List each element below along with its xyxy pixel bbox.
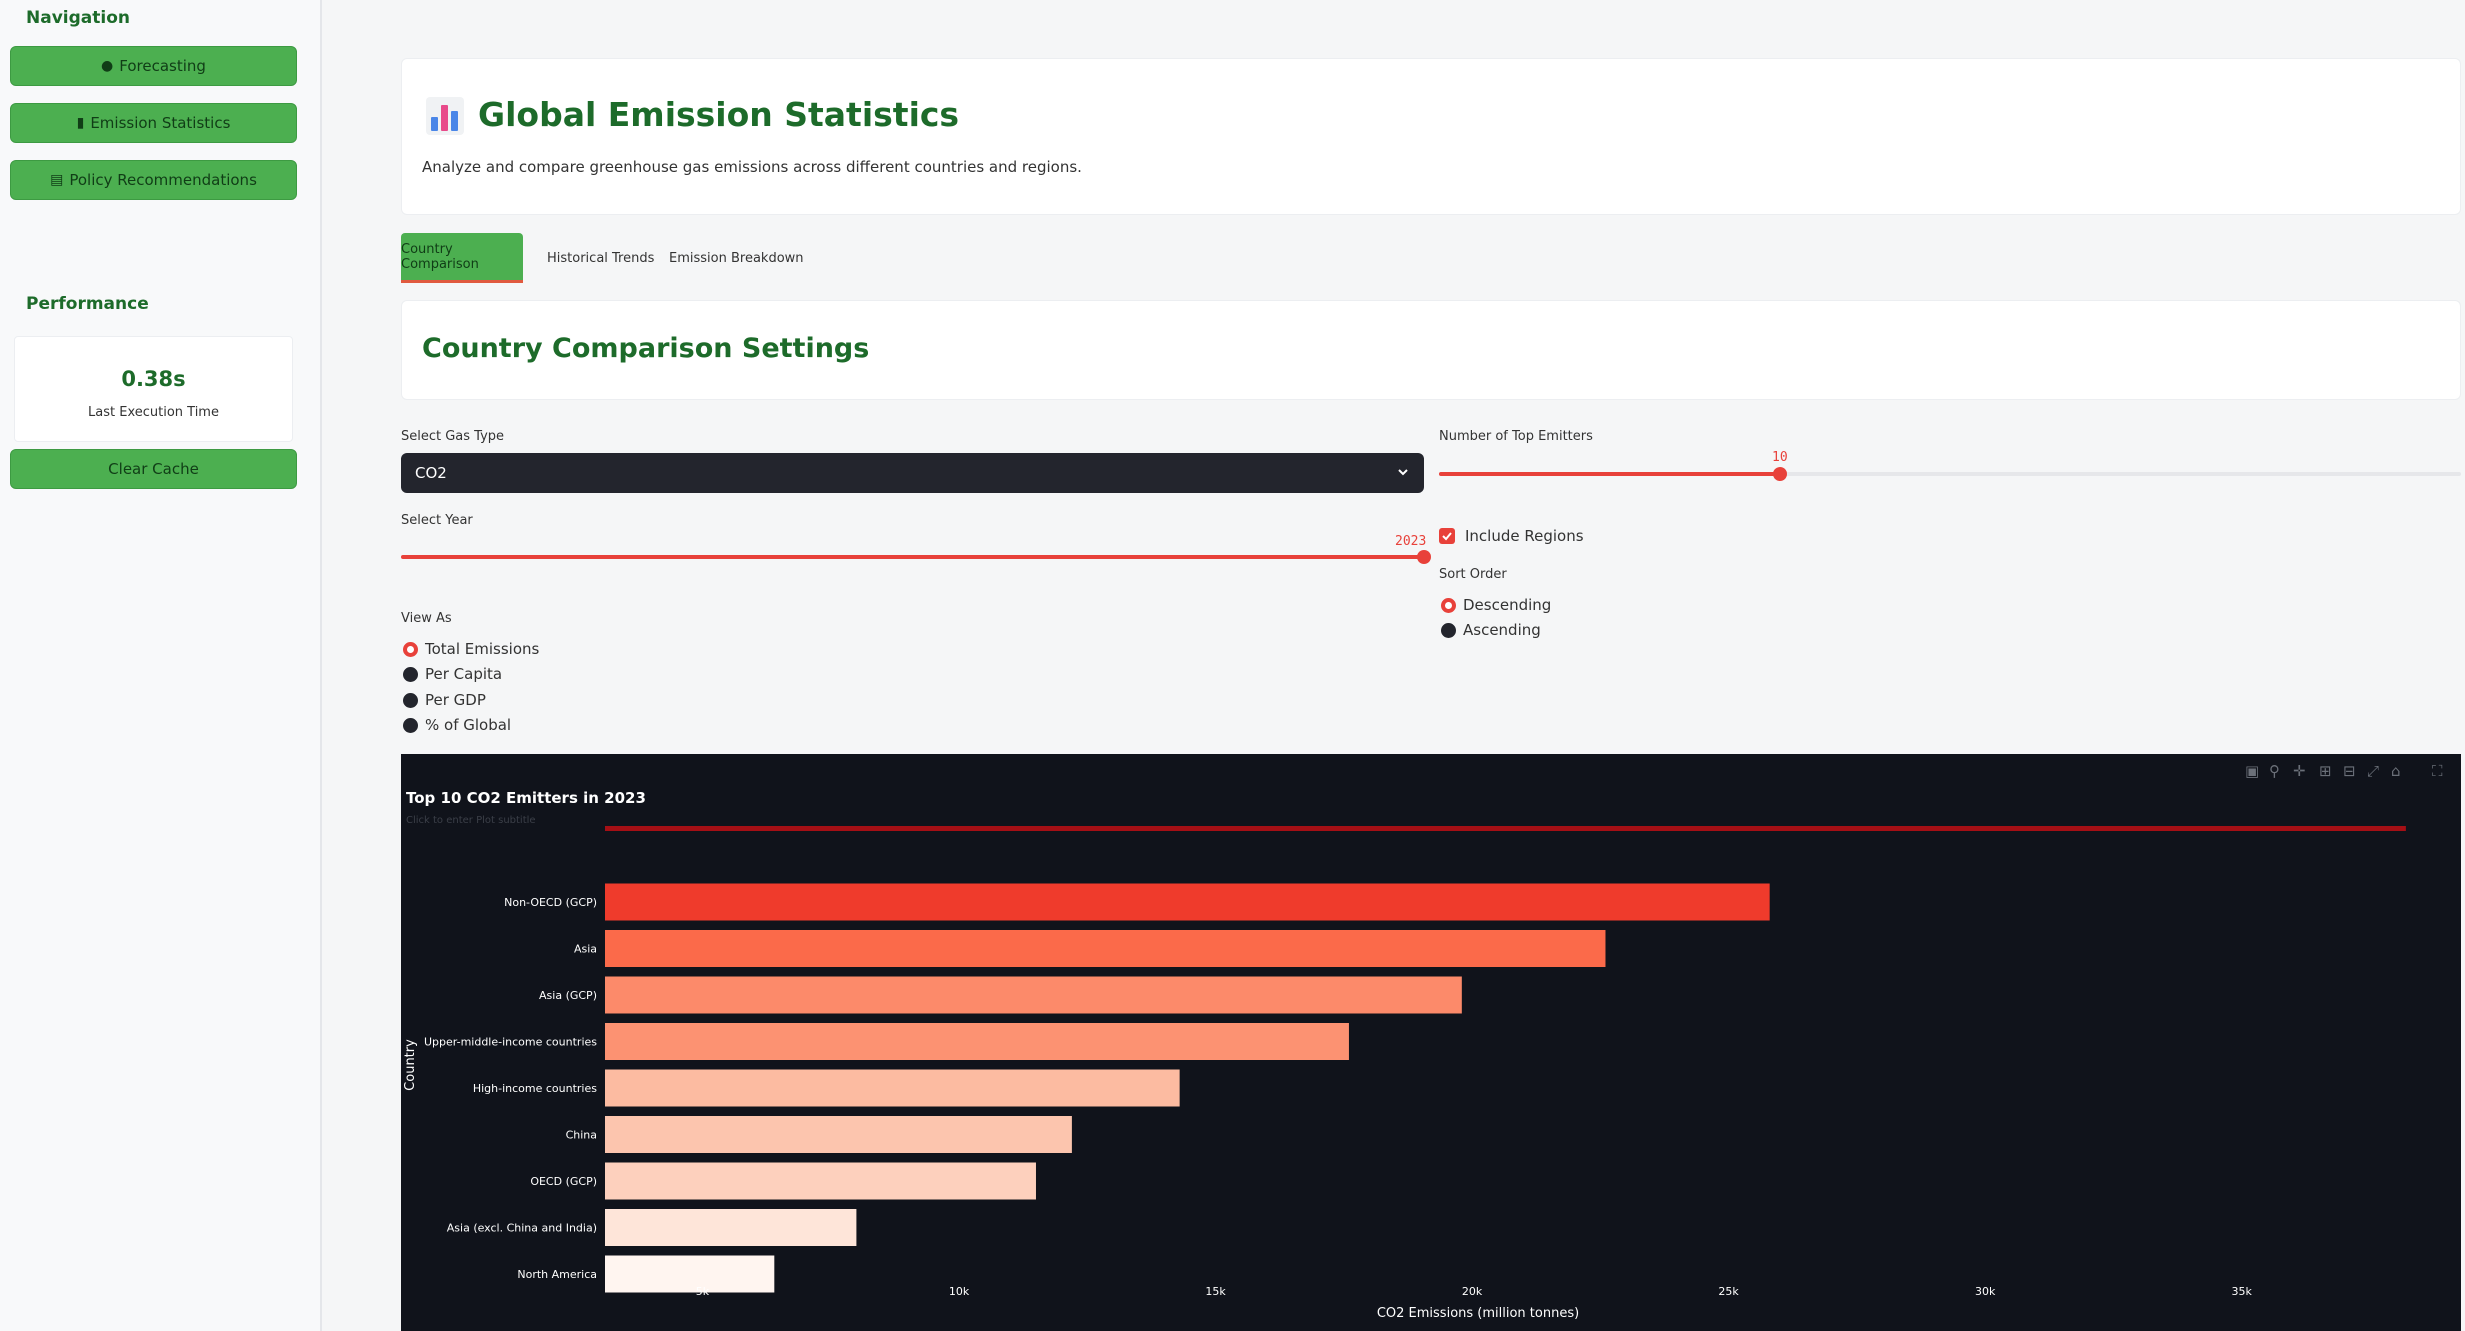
view-as-label: View As [401, 611, 452, 626]
year-slider-handle[interactable] [1417, 550, 1431, 564]
top-emitters-value: 10 [1772, 450, 1788, 465]
tab-country-comparison[interactable]: Country Comparison [401, 233, 523, 283]
forecasting-label: Forecasting [119, 57, 206, 75]
clipboard-icon: ▤ [50, 172, 64, 188]
tab-emission-breakdown[interactable]: Emission Breakdown [669, 233, 804, 283]
performance-card: 0.38s Last Execution Time [14, 336, 293, 442]
policy-recommendations-label: Policy Recommendations [69, 171, 257, 189]
option-percent-global[interactable]: % of Global [425, 716, 511, 734]
top-emitters-label: Number of Top Emitters [1439, 429, 1593, 444]
bar-6 [605, 1116, 1072, 1153]
bar-2 [605, 930, 1606, 967]
include-regions-checkbox[interactable] [1439, 528, 1455, 544]
header-card: Global Emission Statistics Analyze and c… [401, 58, 2461, 215]
gas-type-select[interactable]: CO2 [401, 453, 1424, 493]
y-tick-label-6: China [566, 1129, 597, 1142]
y-tick-label-7: OECD (GCP) [530, 1175, 597, 1188]
policy-recommendations-button[interactable]: ▤ Policy Recommendations [10, 160, 297, 200]
option-total-emissions[interactable]: Total Emissions [425, 640, 539, 658]
tab-historical-trends[interactable]: Historical Trends [547, 233, 654, 283]
include-regions-label[interactable]: Include Regions [1465, 527, 1584, 545]
y-tick-label-8: Asia (excl. China and India) [447, 1222, 597, 1235]
option-ascending[interactable]: Ascending [1463, 621, 1541, 639]
radio-per-capita[interactable] [403, 667, 418, 682]
bar-8 [605, 1209, 857, 1246]
bar-1 [605, 883, 1770, 921]
gas-type-value: CO2 [415, 464, 447, 482]
y-axis-label: Country [403, 1039, 418, 1091]
x-tick-label-0: 5k [696, 1285, 710, 1298]
y-tick-label-5: High-income countries [473, 1082, 597, 1095]
top-emitters-handle[interactable] [1773, 467, 1787, 481]
option-per-capita[interactable]: Per Capita [425, 665, 502, 683]
option-descending[interactable]: Descending [1463, 596, 1551, 614]
page-title: Global Emission Statistics [478, 95, 960, 134]
radio-percent-global[interactable] [403, 718, 418, 733]
sort-order-label: Sort Order [1439, 567, 1507, 582]
radio-ascending[interactable] [1441, 623, 1456, 638]
clear-cache-button[interactable]: Clear Cache [10, 449, 297, 489]
page-subtitle: Analyze and compare greenhouse gas emiss… [422, 158, 1082, 176]
y-tick-label-9: North America [517, 1268, 597, 1281]
settings-title: Country Comparison Settings [422, 333, 870, 364]
execution-time-label: Last Execution Time [88, 405, 219, 420]
settings-card: Country Comparison Settings [401, 300, 2461, 400]
emission-statistics-button[interactable]: ▮ Emission Statistics [10, 103, 297, 143]
crystal-ball-icon: ● [101, 58, 114, 74]
y-tick-label-2: Asia [574, 943, 597, 956]
bar-4 [605, 1023, 1349, 1060]
gas-type-label: Select Gas Type [401, 429, 505, 444]
bar-chart-icon: ▮ [76, 115, 85, 131]
radio-per-gdp[interactable] [403, 693, 418, 708]
bar-3 [605, 976, 1462, 1014]
x-tick-label-4: 25k [1718, 1285, 1739, 1298]
x-tick-label-6: 35k [2232, 1285, 2253, 1298]
x-tick-label-5: 30k [1975, 1285, 1996, 1298]
check-icon [1442, 532, 1452, 541]
bar-7 [605, 1162, 1036, 1200]
bar-0 [605, 826, 2406, 831]
bar-chart-icon [426, 97, 464, 135]
bar-chart: Non-OECD (GCP) Asia Asia (GCP) Upper-middle… [403, 826, 2406, 1321]
performance-heading: Performance [26, 294, 149, 314]
x-axis-label: CO2 Emissions (million tonnes) [1377, 1306, 1579, 1321]
bar-9 [605, 1255, 775, 1293]
option-per-gdp[interactable]: Per GDP [425, 691, 486, 709]
forecasting-button[interactable]: ● Forecasting [10, 46, 297, 86]
chart-panel: Top 10 CO2 Emitters in 2023 Click to ent… [401, 754, 2461, 1331]
emission-statistics-label: Emission Statistics [90, 114, 231, 132]
year-label: Select Year [401, 513, 473, 528]
x-tick-label-2: 15k [1205, 1285, 1226, 1298]
y-tick-label-1: Non-OECD (GCP) [504, 896, 597, 909]
chevron-down-icon [1398, 469, 1408, 476]
y-tick-label-4: Upper-middle-income countries [424, 1036, 597, 1049]
top-emitters-fill [1439, 472, 1780, 476]
year-slider-value: 2023 [1395, 534, 1427, 549]
execution-time-value: 0.38s [121, 367, 186, 391]
radio-total-emissions[interactable] [403, 642, 418, 657]
radio-descending[interactable] [1441, 598, 1456, 613]
y-tick-label-3: Asia (GCP) [539, 989, 597, 1002]
year-slider-track[interactable] [401, 555, 1424, 559]
sidebar: Navigation ● Forecasting ▮ Emission Stat… [0, 0, 322, 1331]
x-tick-label-3: 20k [1462, 1285, 1483, 1298]
bar-5 [605, 1069, 1180, 1107]
navigation-heading: Navigation [26, 8, 130, 28]
x-tick-label-1: 10k [949, 1285, 970, 1298]
